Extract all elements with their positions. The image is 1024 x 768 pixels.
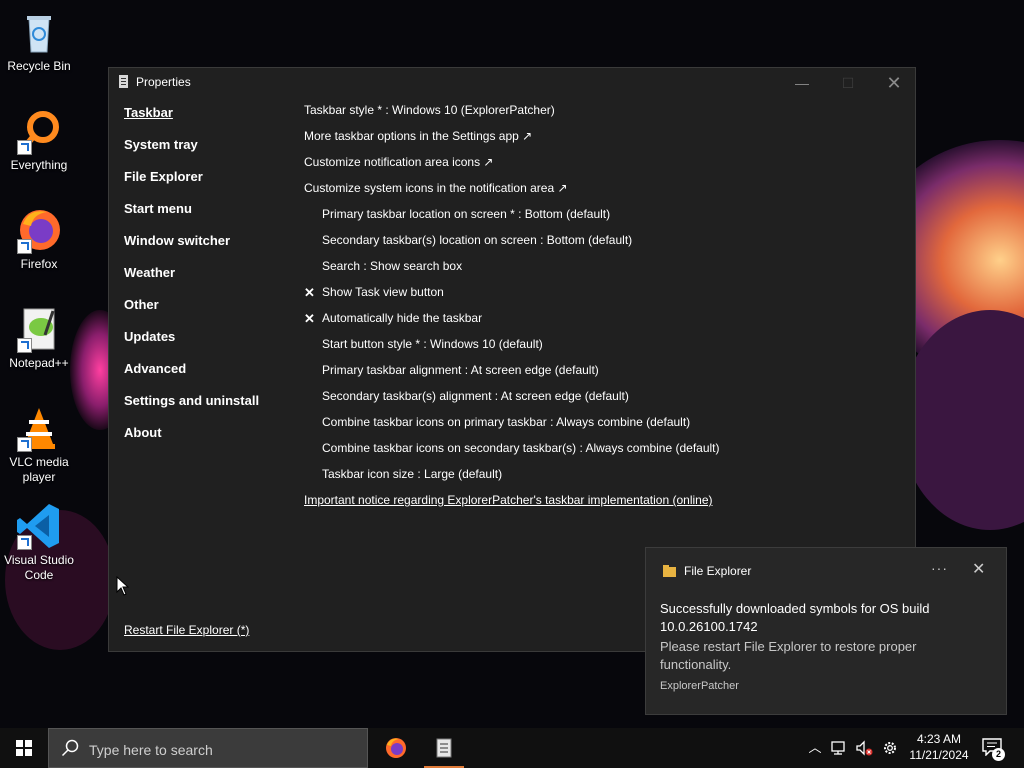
action-center-button[interactable]: 2: [980, 736, 1008, 761]
app-document-icon: [436, 738, 452, 758]
checked-x-icon: ✕: [304, 285, 315, 300]
nav-file-explorer[interactable]: File Explorer: [124, 169, 203, 184]
toast-close-button[interactable]: ✕: [972, 559, 985, 579]
desktop-icon-vlc[interactable]: VLC media player: [0, 404, 78, 485]
shortcut-arrow-icon: [17, 437, 32, 452]
vscode-icon: [15, 502, 63, 550]
search-icon: [61, 739, 79, 757]
nav-window-switcher[interactable]: Window switcher: [124, 233, 230, 248]
nav-settings-and-uninstall[interactable]: Settings and uninstall: [124, 393, 259, 408]
nav-taskbar[interactable]: Taskbar: [124, 105, 173, 120]
maximize-button[interactable]: ☐: [825, 68, 871, 98]
window-title: Properties: [136, 75, 191, 89]
option-taskbar-style[interactable]: Taskbar style * : Windows 10 (ExplorerPa…: [304, 103, 555, 117]
toast-more-options-button[interactable]: ···: [931, 560, 948, 576]
option-customize-system-icons-link[interactable]: Customize system icons in the notificati…: [304, 181, 568, 195]
network-icon[interactable]: [830, 739, 848, 757]
desktop-icon-label: Everything: [10, 158, 68, 172]
settings-gear-icon[interactable]: [881, 739, 899, 757]
option-show-task-view-button[interactable]: ✕ Show Task view button: [304, 285, 444, 300]
desktop-icon-label: Notepad++: [9, 356, 69, 370]
nav-advanced[interactable]: Advanced: [124, 361, 186, 376]
option-more-taskbar-settings-link[interactable]: More taskbar options in the Settings app…: [304, 129, 532, 143]
clock-date: 11/21/2024: [909, 748, 969, 762]
minimize-button[interactable]: —: [779, 68, 825, 98]
recycle-bin-icon: [15, 8, 63, 56]
option-primary-taskbar-location[interactable]: Primary taskbar location on screen * : B…: [322, 207, 610, 221]
desktop-icon-label: VLC media player: [9, 455, 69, 484]
important-notice-link[interactable]: Important notice regarding ExplorerPatch…: [304, 493, 713, 507]
toast-body: Please restart File Explorer to restore …: [660, 639, 917, 672]
taskbar-clock[interactable]: 4:23 AM 11/21/2024: [905, 731, 973, 763]
desktop-icon-notepadpp[interactable]: Notepad++: [0, 305, 78, 371]
firefox-icon: [386, 738, 406, 758]
taskbar: Type here to search ︿ 4:23 AM 11/21/2024…: [0, 728, 1024, 768]
option-taskbar-icon-size[interactable]: Taskbar icon size : Large (default): [322, 467, 502, 481]
windows-logo-icon: [16, 740, 32, 756]
taskbar-search-box[interactable]: Type here to search: [48, 728, 368, 768]
close-button[interactable]: ✕: [871, 68, 917, 98]
desktop-icon-label: Firefox: [20, 257, 58, 271]
title-bar[interactable]: Properties — ☐ ✕: [109, 68, 915, 98]
option-combine-secondary[interactable]: Combine taskbar icons on secondary taskb…: [322, 441, 720, 455]
option-secondary-taskbar-alignment[interactable]: Secondary taskbar(s) alignment : At scre…: [322, 389, 629, 403]
start-button[interactable]: [0, 728, 48, 768]
nav-other[interactable]: Other: [124, 297, 159, 312]
app-document-icon: [119, 75, 128, 88]
nav-system-tray[interactable]: System tray: [124, 137, 198, 152]
option-auto-hide-taskbar[interactable]: ✕ Automatically hide the taskbar: [304, 311, 483, 326]
shortcut-arrow-icon: [17, 338, 32, 353]
desktop-icon-recycle-bin[interactable]: Recycle Bin: [0, 8, 78, 74]
desktop-icon-everything[interactable]: Everything: [0, 107, 78, 173]
desktop-icon-label: Visual Studio Code: [4, 553, 74, 582]
nav-about[interactable]: About: [124, 425, 162, 440]
toast-source: ExplorerPatcher: [660, 680, 739, 692]
option-start-button-style[interactable]: Start button style * : Windows 10 (defau…: [322, 337, 543, 351]
volume-muted-icon[interactable]: [855, 739, 873, 757]
folder-icon: [663, 565, 676, 577]
notification-count-badge: 2: [992, 748, 1005, 761]
shortcut-arrow-icon: [17, 239, 32, 254]
nav-start-menu[interactable]: Start menu: [124, 201, 192, 216]
notepadpp-icon: [15, 305, 63, 353]
option-secondary-taskbar-location[interactable]: Secondary taskbar(s) location on screen …: [322, 233, 632, 247]
taskbar-properties-window[interactable]: [420, 728, 468, 768]
restart-file-explorer-link[interactable]: Restart File Explorer (*): [124, 623, 249, 637]
mouse-cursor-icon: [116, 576, 130, 596]
search-placeholder: Type here to search: [89, 742, 213, 758]
vlc-icon: [15, 404, 63, 452]
option-customize-notification-icons-link[interactable]: Customize notification area icons ↗: [304, 155, 493, 169]
shortcut-arrow-icon: [17, 140, 32, 155]
desktop-icon-label: Recycle Bin: [7, 59, 71, 73]
toast-notification[interactable]: File Explorer ··· ✕ Successfully downloa…: [645, 547, 1007, 715]
option-label: Automatically hide the taskbar: [322, 311, 483, 325]
show-hidden-icons-chevron-up-icon[interactable]: ︿: [806, 739, 824, 757]
nav-weather[interactable]: Weather: [124, 265, 175, 280]
everything-search-icon: [15, 107, 63, 155]
checked-x-icon: ✕: [304, 311, 315, 326]
firefox-icon: [15, 206, 63, 254]
desktop-icon-vscode[interactable]: Visual Studio Code: [0, 502, 78, 583]
nav-updates[interactable]: Updates: [124, 329, 175, 344]
desktop-icon-firefox[interactable]: Firefox: [0, 206, 78, 272]
clock-time: 4:23 AM: [916, 732, 962, 746]
shortcut-arrow-icon: [17, 535, 32, 550]
option-combine-primary[interactable]: Combine taskbar icons on primary taskbar…: [322, 415, 690, 429]
option-search[interactable]: Search : Show search box: [322, 259, 462, 273]
option-label: Show Task view button: [322, 285, 444, 299]
taskbar-firefox[interactable]: [372, 728, 420, 768]
option-primary-taskbar-alignment[interactable]: Primary taskbar alignment : At screen ed…: [322, 363, 599, 377]
toast-title: Successfully downloaded symbols for OS b…: [660, 601, 930, 634]
toast-app-name: File Explorer: [684, 564, 752, 578]
